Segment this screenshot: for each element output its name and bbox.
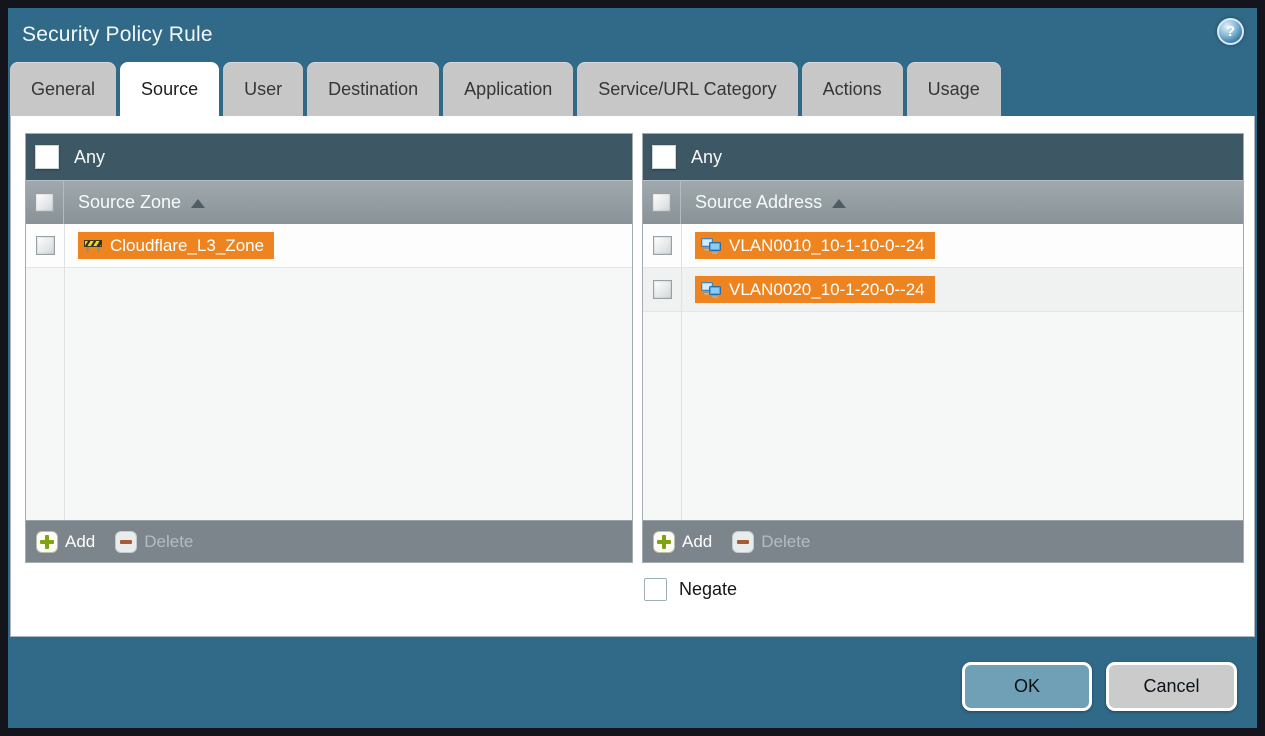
source-zone-rows: Cloudflare_L3_Zone bbox=[26, 224, 632, 520]
source-address-column-label: Source Address bbox=[695, 192, 823, 212]
table-row: Cloudflare_L3_Zone bbox=[26, 224, 632, 268]
address-icon bbox=[701, 237, 721, 254]
tab-application[interactable]: Application bbox=[443, 62, 574, 116]
source-address-column-label-wrap[interactable]: Source Address bbox=[681, 192, 847, 213]
row-checkbox[interactable] bbox=[35, 236, 55, 255]
tab-general[interactable]: General bbox=[10, 62, 117, 116]
cancel-button[interactable]: Cancel bbox=[1106, 662, 1237, 711]
negate-checkbox[interactable] bbox=[644, 578, 667, 601]
source-address-rows: VLAN0010_10-1-10-0--24 VLAN0020_10-1-20-… bbox=[643, 224, 1243, 520]
table-row: VLAN0010_10-1-10-0--24 bbox=[643, 224, 1243, 268]
dialog-titlebar: Security Policy Rule ? bbox=[8, 8, 1257, 62]
delete-address-button[interactable]: Delete bbox=[732, 530, 811, 553]
tab-usage[interactable]: Usage bbox=[906, 62, 1001, 116]
source-zone-toolbar: Add Delete bbox=[26, 520, 632, 562]
negate-label: Negate bbox=[679, 579, 738, 599]
address-icon bbox=[701, 281, 721, 298]
tab-source[interactable]: Source bbox=[120, 62, 220, 116]
tab-service-url-category[interactable]: Service/URL Category bbox=[577, 62, 798, 116]
source-zone-panel: Any Source Zone Cloudflare_L3_Zone Add D… bbox=[25, 133, 633, 563]
source-zone-column-header: Source Zone bbox=[26, 180, 632, 224]
delete-zone-label: Delete bbox=[144, 531, 194, 551]
source-address-any-header: Any bbox=[643, 134, 1243, 180]
security-policy-rule-dialog: Security Policy Rule ? General Source Us… bbox=[8, 8, 1257, 728]
source-zone-any-header: Any bbox=[26, 134, 632, 180]
row-checkbox[interactable] bbox=[652, 236, 672, 255]
source-address-entry[interactable]: VLAN0010_10-1-10-0--24 bbox=[695, 232, 935, 259]
sort-ascending-icon bbox=[832, 199, 847, 208]
source-address-entry-label: VLAN0010_10-1-10-0--24 bbox=[729, 235, 925, 255]
source-zone-column-label: Source Zone bbox=[78, 192, 182, 212]
delete-icon bbox=[115, 530, 138, 553]
negate-row: Negate bbox=[644, 578, 737, 601]
add-zone-label: Add bbox=[65, 531, 96, 551]
tab-strip: General Source User Destination Applicat… bbox=[10, 62, 1255, 116]
tab-user[interactable]: User bbox=[223, 62, 304, 116]
source-address-select-all-checkbox[interactable] bbox=[652, 193, 671, 212]
add-icon bbox=[653, 530, 675, 553]
tab-actions[interactable]: Actions bbox=[801, 62, 903, 116]
source-zone-any-checkbox[interactable] bbox=[35, 145, 59, 169]
source-address-panel: Any Source Address VLAN0010_10-1-10-0--2… bbox=[642, 133, 1244, 563]
help-icon[interactable]: ? bbox=[1217, 18, 1244, 45]
source-address-any-checkbox[interactable] bbox=[652, 145, 676, 169]
source-address-entry[interactable]: VLAN0020_10-1-20-0--24 bbox=[695, 276, 935, 303]
source-address-any-label: Any bbox=[691, 146, 723, 167]
ok-button[interactable]: OK bbox=[962, 662, 1092, 711]
delete-icon bbox=[732, 530, 755, 553]
zone-icon bbox=[84, 240, 102, 252]
source-tab-content: Any Source Zone Cloudflare_L3_Zone Add D… bbox=[10, 116, 1255, 637]
dialog-title: Security Policy Rule bbox=[22, 23, 213, 46]
source-zone-entry[interactable]: Cloudflare_L3_Zone bbox=[78, 232, 275, 259]
source-zone-any-label: Any bbox=[74, 146, 106, 167]
add-address-label: Add bbox=[682, 531, 713, 551]
source-address-entry-label: VLAN0020_10-1-20-0--24 bbox=[729, 279, 925, 299]
delete-zone-button[interactable]: Delete bbox=[115, 530, 194, 553]
source-zone-column-label-wrap[interactable]: Source Zone bbox=[64, 192, 206, 213]
source-address-column-header: Source Address bbox=[643, 180, 1243, 224]
table-row: VLAN0020_10-1-20-0--24 bbox=[643, 268, 1243, 312]
tab-destination[interactable]: Destination bbox=[307, 62, 440, 116]
source-zone-entry-label: Cloudflare_L3_Zone bbox=[110, 235, 265, 255]
source-address-toolbar: Add Delete bbox=[643, 520, 1243, 562]
source-zone-select-all-checkbox[interactable] bbox=[35, 193, 54, 212]
add-icon bbox=[36, 530, 58, 553]
sort-ascending-icon bbox=[191, 199, 206, 208]
add-address-button[interactable]: Add bbox=[653, 530, 713, 553]
row-checkbox[interactable] bbox=[652, 280, 672, 299]
delete-address-label: Delete bbox=[761, 531, 811, 551]
add-zone-button[interactable]: Add bbox=[36, 530, 96, 553]
